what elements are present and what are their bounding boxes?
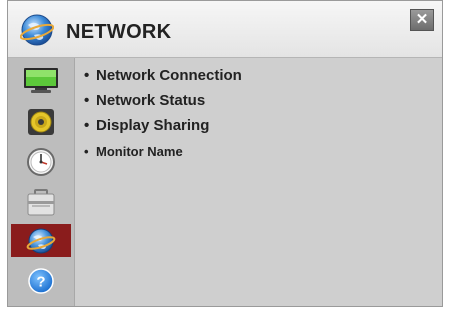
bullet: • bbox=[84, 117, 90, 134]
category-sidebar: ? bbox=[8, 58, 75, 306]
sidebar-item-sound[interactable] bbox=[11, 105, 71, 138]
menu-item-network-connection[interactable]: • Network Connection bbox=[84, 67, 242, 84]
menu-item-label: Network Status bbox=[96, 92, 206, 109]
help-icon: ? bbox=[28, 267, 54, 294]
menu-item-display-sharing[interactable]: • Display Sharing bbox=[84, 117, 209, 134]
sidebar-item-setup[interactable] bbox=[11, 186, 71, 219]
globe-icon bbox=[26, 228, 56, 253]
window-header: NETWORK ✕ bbox=[8, 1, 442, 58]
bullet: • bbox=[84, 144, 89, 159]
speaker-icon bbox=[28, 108, 54, 135]
bullet: • bbox=[84, 67, 90, 84]
bullet: • bbox=[84, 92, 90, 109]
page-title: NETWORK bbox=[66, 21, 172, 43]
menu-item-network-status[interactable]: • Network Status bbox=[84, 92, 205, 109]
toolbox-icon bbox=[27, 188, 55, 215]
clock-icon bbox=[27, 147, 55, 176]
sidebar-item-support[interactable]: ? bbox=[11, 264, 71, 297]
sidebar-item-network[interactable] bbox=[11, 224, 71, 257]
network-settings-window: NETWORK ✕ ? • Network Connection • Netwo… bbox=[7, 0, 443, 307]
sidebar-item-picture[interactable] bbox=[11, 64, 71, 97]
menu-item-monitor-name[interactable]: • Monitor Name bbox=[84, 144, 183, 159]
menu-item-label: Monitor Name bbox=[96, 144, 183, 159]
tv-icon bbox=[24, 67, 58, 93]
globe-icon bbox=[20, 14, 54, 46]
sidebar-item-time[interactable] bbox=[11, 145, 71, 178]
svg-text:?: ? bbox=[36, 273, 45, 290]
menu-item-label: Display Sharing bbox=[96, 117, 210, 134]
close-button[interactable]: ✕ bbox=[410, 9, 434, 31]
menu-item-label: Network Connection bbox=[96, 67, 242, 84]
